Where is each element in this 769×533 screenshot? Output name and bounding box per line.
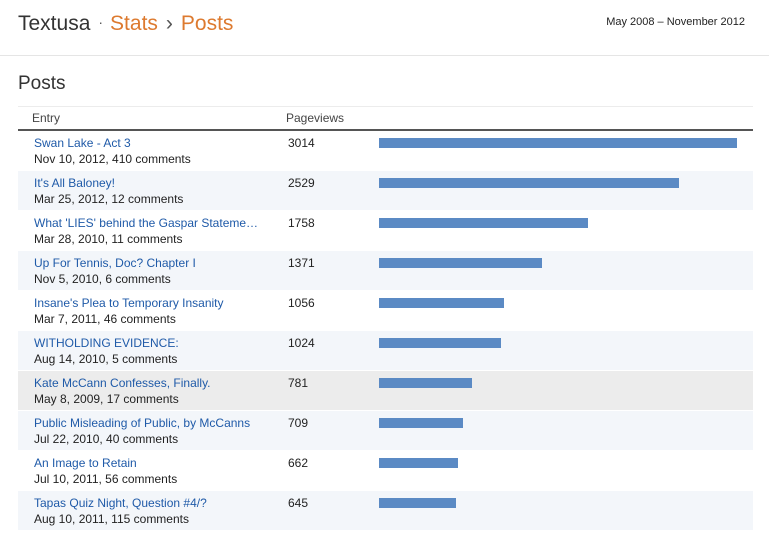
pageview-bar-track [379, 458, 737, 468]
pageview-bar [379, 298, 504, 308]
section-divider [18, 106, 753, 107]
pageview-count: 1056 [288, 296, 315, 310]
post-title-link[interactable]: Kate McCann Confesses, Finally. [34, 376, 259, 390]
post-title-link[interactable]: What 'LIES' behind the Gaspar Statements… [34, 216, 259, 230]
pageview-bar [379, 498, 456, 508]
table-row: Kate McCann Confesses, Finally. May 8, 20… [18, 371, 753, 411]
pageview-bar-track [379, 498, 737, 508]
post-meta: Mar 28, 2010, 11 comments [34, 232, 183, 246]
column-header-entry: Entry [32, 111, 61, 125]
table-row: What 'LIES' behind the Gaspar Statements… [18, 211, 753, 251]
post-meta: Mar 7, 2011, 46 comments [34, 312, 176, 326]
section-title: Posts [18, 73, 66, 94]
breadcrumb-posts: Posts [180, 12, 234, 35]
blog-name[interactable]: Textusa [18, 12, 90, 35]
pageview-bar [379, 218, 588, 228]
table-row: Public Misleading of Public, by McCanns J… [18, 411, 753, 451]
pageview-count: 1024 [288, 336, 315, 350]
post-title-link[interactable]: Tapas Quiz Night, Question #4/? [34, 496, 259, 510]
pageview-count: 709 [288, 416, 309, 430]
post-title-link[interactable]: Insane's Plea to Temporary Insanity [34, 296, 259, 310]
pageview-count: 781 [288, 376, 309, 390]
pageview-bar-track [379, 178, 737, 188]
breadcrumb-stats-link[interactable]: Stats [110, 12, 158, 35]
table-header: Entry Pageviews [18, 108, 753, 131]
post-title-link[interactable]: Up For Tennis, Doc? Chapter I [34, 256, 259, 270]
pageview-bar-track [379, 298, 737, 308]
post-meta: Jul 10, 2011, 56 comments [34, 472, 178, 486]
pageview-bar-track [379, 378, 737, 388]
posts-table: Entry Pageviews Swan Lake - Act 3 Nov 10,… [18, 108, 753, 531]
pageview-count: 662 [288, 456, 309, 470]
breadcrumb-separator: › [165, 12, 173, 35]
table-body: Swan Lake - Act 3 Nov 10, 2012, 410 comme… [18, 131, 753, 531]
pageview-bar-track [379, 418, 737, 428]
post-meta: Nov 10, 2012, 410 comments [34, 152, 191, 166]
pageview-count: 1371 [288, 256, 315, 270]
date-range: May 2008 – November 2012 [606, 16, 745, 28]
column-header-pageviews: Pageviews [286, 111, 345, 125]
pageview-count: 1758 [288, 216, 315, 230]
pageview-count: 2529 [288, 176, 315, 190]
table-row: It's All Baloney! Mar 25, 2012, 12 commen… [18, 171, 753, 211]
table-row: Up For Tennis, Doc? Chapter I Nov 5, 2010… [18, 251, 753, 291]
pageview-bar-track [379, 338, 737, 348]
pageview-bar-track [379, 258, 737, 268]
post-meta: Aug 14, 2010, 5 comments [34, 352, 178, 366]
post-title-link[interactable]: Swan Lake - Act 3 [34, 136, 259, 150]
post-title-link[interactable]: Public Misleading of Public, by McCanns [34, 416, 259, 430]
pageview-bar [379, 458, 458, 468]
pageview-count: 3014 [288, 136, 315, 150]
breadcrumb: Textusa · Stats › Posts [18, 10, 233, 39]
pageview-bar [379, 258, 542, 268]
post-meta: Jul 22, 2010, 40 comments [34, 432, 179, 446]
pageview-bar-track [379, 138, 737, 148]
post-meta: Aug 10, 2011, 115 comments [34, 512, 189, 526]
post-meta: May 8, 2009, 17 comments [34, 392, 179, 406]
post-title-link[interactable]: An Image to Retain [34, 456, 259, 470]
pageview-count: 645 [288, 496, 309, 510]
post-meta: Nov 5, 2010, 6 comments [34, 272, 171, 286]
table-row: Insane's Plea to Temporary Insanity Mar 7… [18, 291, 753, 331]
table-row: Swan Lake - Act 3 Nov 10, 2012, 410 comme… [18, 131, 753, 171]
post-title-link[interactable]: It's All Baloney! [34, 176, 259, 190]
pageview-bar [379, 338, 501, 348]
table-row: WITHOLDING EVIDENCE: Aug 14, 2010, 5 comm… [18, 331, 753, 371]
pageview-bar-track [379, 218, 737, 228]
page-header: Textusa · Stats › Posts May 2008 – November … [0, 0, 769, 56]
post-meta: Mar 25, 2012, 12 comments [34, 192, 184, 206]
post-title-link[interactable]: WITHOLDING EVIDENCE: [34, 336, 259, 350]
pageview-bar [379, 418, 463, 428]
table-row: Tapas Quiz Night, Question #4/? Aug 10, 2… [18, 491, 753, 531]
breadcrumb-dot: · [98, 14, 104, 30]
pageview-bar [379, 178, 679, 188]
pageview-bar [379, 378, 472, 388]
pageview-bar [379, 138, 737, 148]
table-row: An Image to Retain Jul 10, 2011, 56 comme… [18, 451, 753, 491]
